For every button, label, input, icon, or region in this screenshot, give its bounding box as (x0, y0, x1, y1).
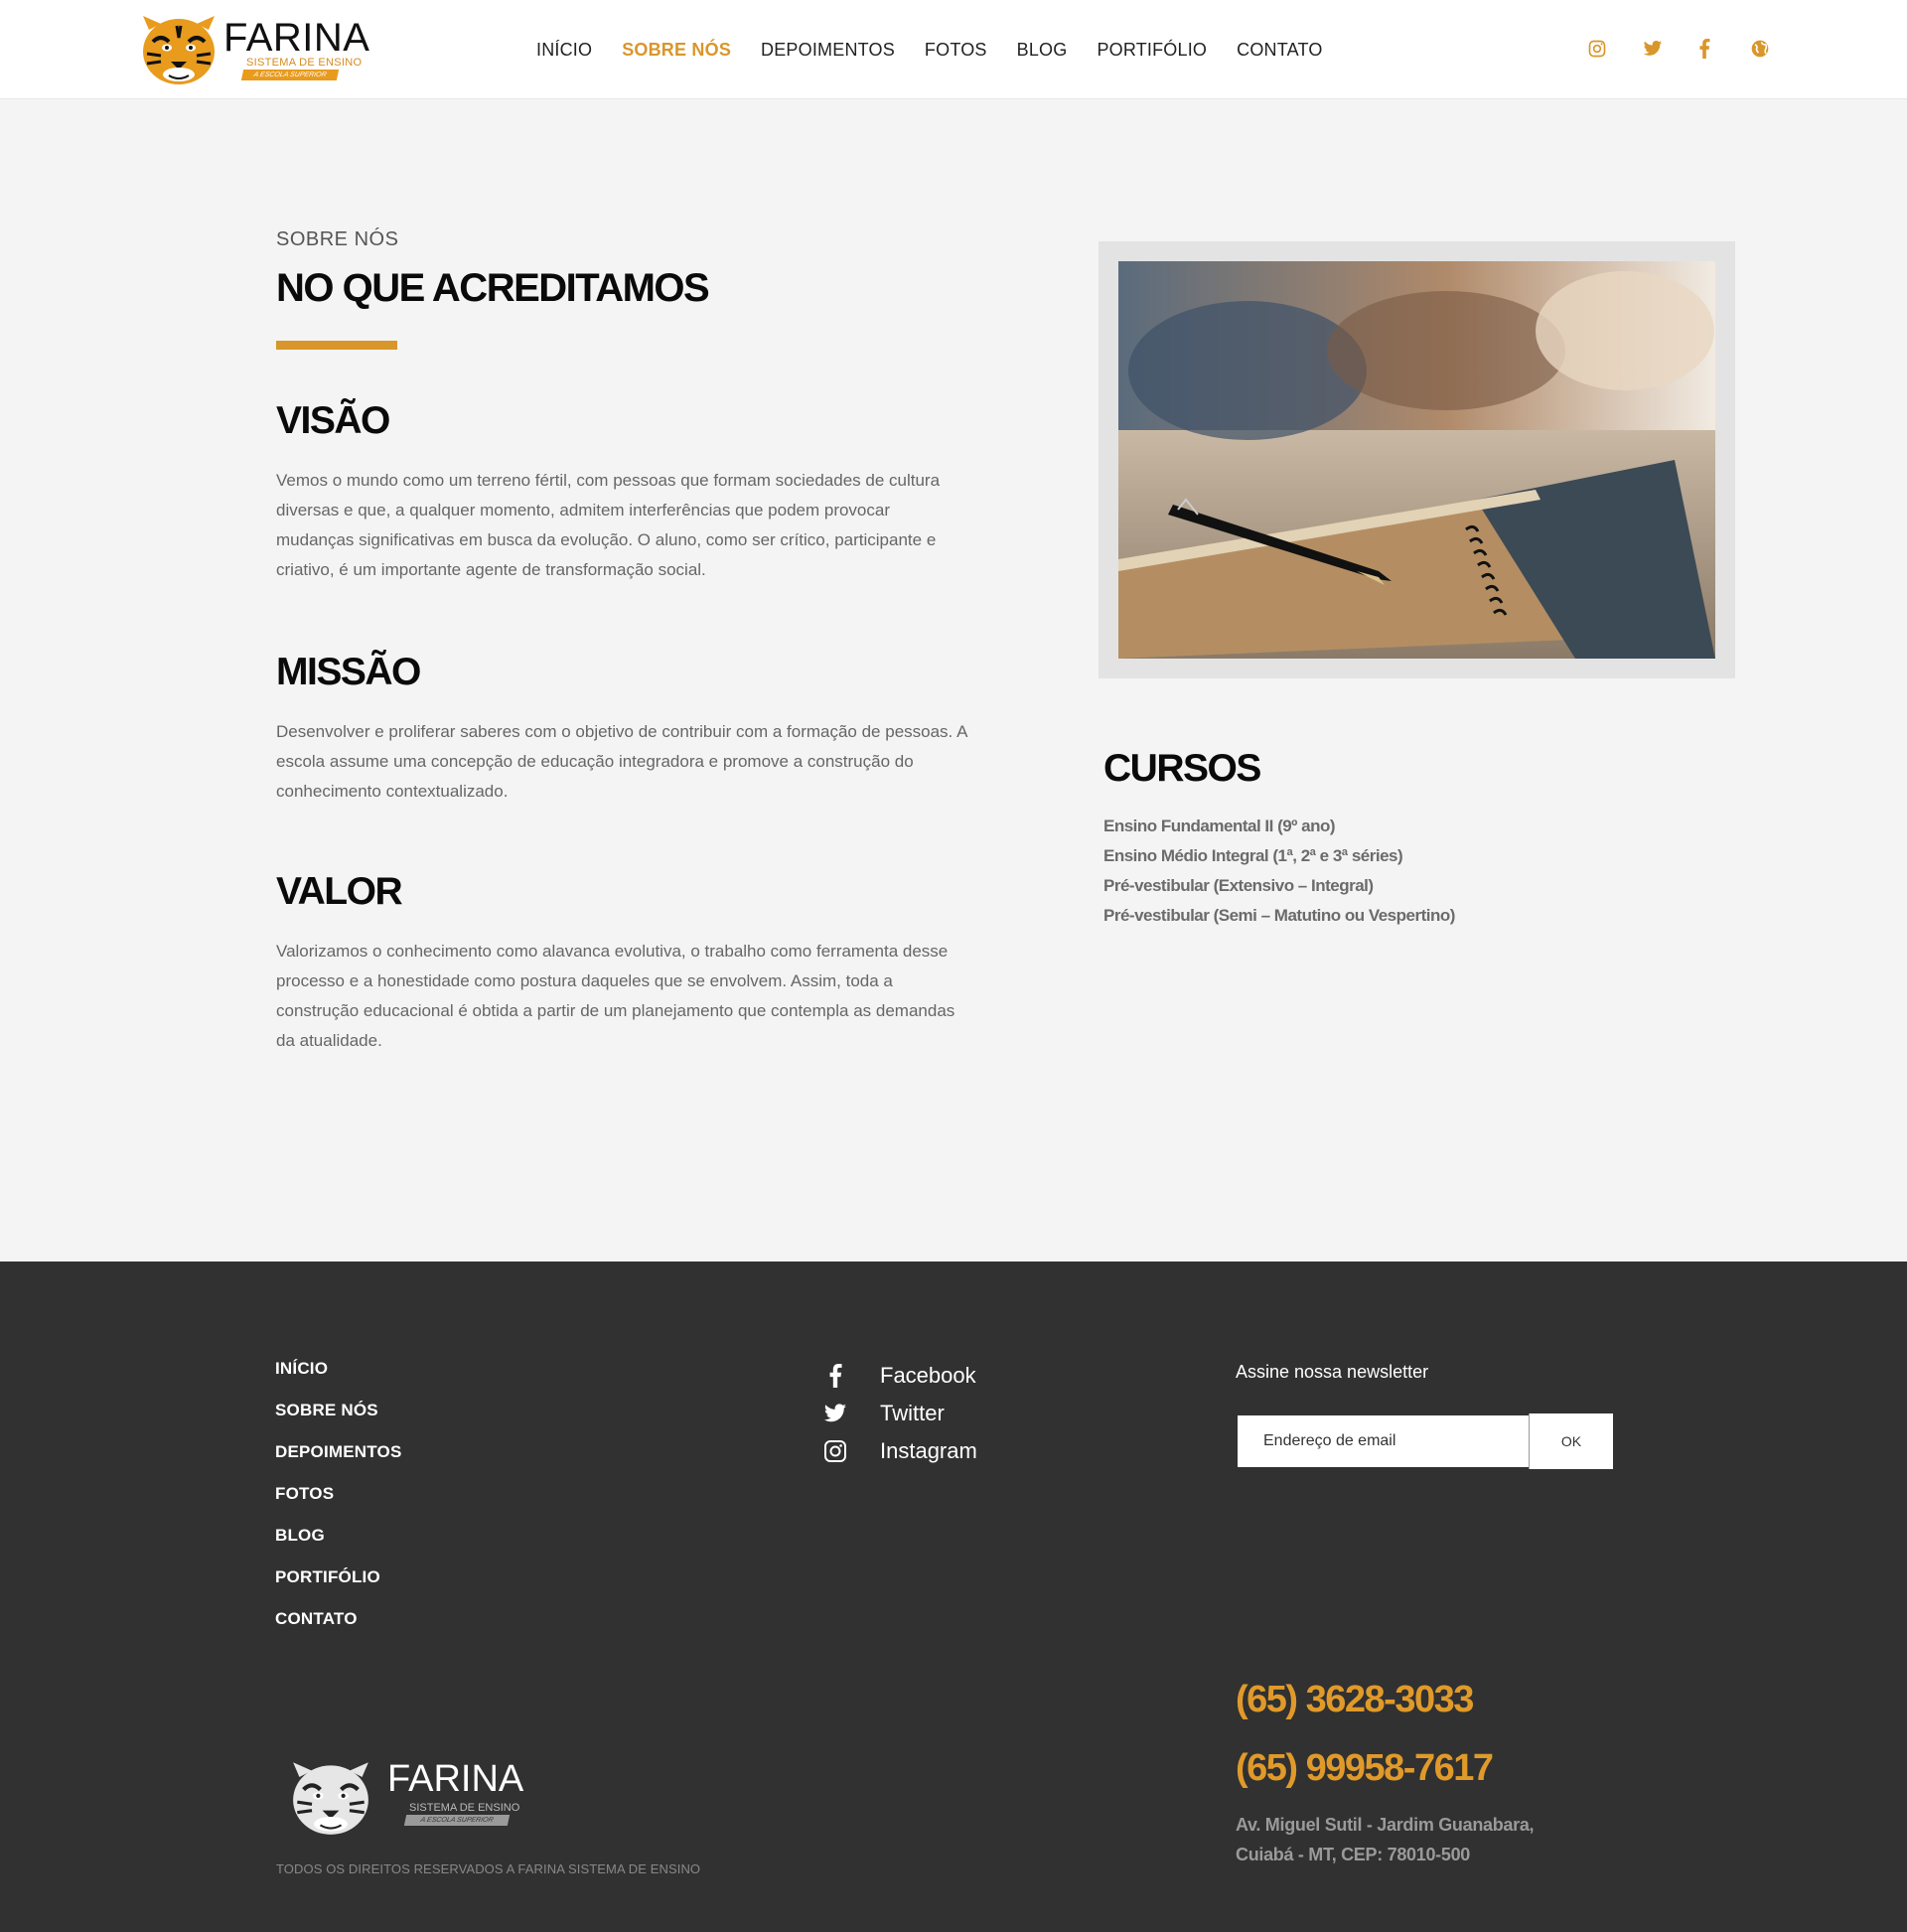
nav-portifolio[interactable]: PORTIFÓLIO (1097, 40, 1207, 61)
section-label: SOBRE NÓS (276, 228, 399, 250)
curso-item: Pré-vestibular (Semi – Matutino ou Vespe… (1103, 906, 1455, 925)
site-header: FARINA SISTEMA DE ENSINO A ESCOLA SUPERI… (0, 0, 1907, 99)
cursos-title: CURSOS (1103, 747, 1261, 790)
visao-text: Vemos o mundo como um terreno fértil, co… (276, 471, 941, 579)
globe-icon[interactable] (1750, 39, 1770, 64)
page-title: NO QUE ACREDITAMOS (276, 266, 710, 310)
instagram-icon[interactable] (1587, 39, 1607, 64)
logo-tagline: A ESCOLA SUPERIOR (240, 70, 340, 80)
photo-frame (1099, 241, 1735, 678)
tiger-logo-icon (293, 1762, 368, 1835)
missao-text: Desenvolver e proliferar saberes com o o… (276, 722, 967, 801)
footer-nav-inicio[interactable]: INÍCIO (275, 1359, 402, 1379)
twitter-icon (822, 1401, 848, 1426)
valor-title: VALOR (276, 870, 403, 913)
facebook-icon (822, 1363, 848, 1389)
address: Av. Miguel Sutil - Jardim Guanabara, Cui… (1236, 1810, 1535, 1869)
logo-subtitle: SISTEMA DE ENSINO (246, 57, 363, 69)
curso-item: Ensino Médio Integral (1ª, 2ª e 3ª série… (1103, 846, 1403, 865)
address-line-2: Cuiabá - MT, CEP: 78010-500 (1236, 1845, 1470, 1864)
footer-nav-blog[interactable]: BLOG (275, 1526, 402, 1546)
nav-fotos[interactable]: FOTOS (925, 40, 987, 61)
footer-nav-portifolio[interactable]: PORTIFÓLIO (275, 1567, 402, 1587)
newsletter-email-input[interactable] (1236, 1413, 1529, 1469)
twitter-label: Twitter (880, 1401, 945, 1425)
nav-depoimentos[interactable]: DEPOIMENTOS (761, 40, 895, 61)
farina-logo[interactable]: FARINA SISTEMA DE ENSINO A ESCOLA SUPERI… (139, 12, 370, 87)
footer-nav-contato[interactable]: CONTATO (275, 1609, 402, 1629)
logo-text: FARINA (223, 16, 370, 60)
address-line-1: Av. Miguel Sutil - Jardim Guanabara, (1236, 1815, 1535, 1835)
valor-text: Valorizamos o conhecimento como alavanca… (276, 942, 955, 1050)
instagram-label: Instagram (880, 1438, 977, 1463)
facebook-icon[interactable] (1698, 39, 1710, 64)
nav-contato[interactable]: CONTATO (1237, 40, 1322, 61)
visao-title: VISÃO (276, 399, 390, 442)
footer-logo[interactable]: FARINA SISTEMA DE ENSINO A ESCOLA SUPERI… (288, 1758, 546, 1838)
tiger-logo-icon (143, 16, 215, 84)
footer-nav-depoimentos[interactable]: DEPOIMENTOS (275, 1442, 402, 1462)
phone-landline[interactable]: (65) 3628-3033 (1236, 1679, 1474, 1721)
twitter-icon[interactable] (1643, 40, 1663, 63)
newsletter-form: OK (1236, 1413, 1613, 1469)
curso-item: Ensino Fundamental II (9º ano) (1103, 817, 1336, 835)
footer-instagram-link[interactable]: Instagram (822, 1432, 977, 1470)
newsletter-title: Assine nossa newsletter (1236, 1362, 1429, 1382)
facebook-label: Facebook (880, 1363, 976, 1388)
phone-mobile[interactable]: (65) 99958-7617 (1236, 1747, 1494, 1790)
instagram-icon (822, 1438, 848, 1464)
cursos-list: Ensino Fundamental II (9º ano) Ensino Mé… (1103, 812, 1455, 931)
copyright-text: TODOS OS DIREITOS RESERVADOS A FARINA SI… (276, 1861, 701, 1876)
title-accent-bar (276, 341, 397, 350)
nav-inicio[interactable]: INÍCIO (536, 40, 592, 61)
missao-title: MISSÃO (276, 651, 421, 693)
main-nav: INÍCIO SOBRE NÓS DEPOIMENTOS FOTOS BLOG … (536, 0, 1353, 99)
notebook-pen-photo (1118, 261, 1715, 659)
footer-logo-subtitle: SISTEMA DE ENSINO (409, 1802, 520, 1814)
nav-sobre-nos[interactable]: SOBRE NÓS (622, 40, 731, 61)
footer-twitter-link[interactable]: Twitter (822, 1395, 977, 1432)
curso-item: Pré-vestibular (Extensivo – Integral) (1103, 876, 1374, 895)
footer-nav-sobre-nos[interactable]: SOBRE NÓS (275, 1401, 402, 1420)
footer-logo-text: FARINA (387, 1758, 524, 1800)
newsletter-submit-button[interactable]: OK (1529, 1413, 1613, 1469)
footer-social-links: Facebook Twitter Instagram (822, 1357, 977, 1470)
footer-logo-tagline: A ESCOLA SUPERIOR (403, 1815, 511, 1826)
nav-blog[interactable]: BLOG (1017, 40, 1068, 61)
footer-nav: INÍCIO SOBRE NÓS DEPOIMENTOS FOTOS BLOG … (275, 1359, 402, 1651)
footer-nav-fotos[interactable]: FOTOS (275, 1484, 402, 1504)
footer-facebook-link[interactable]: Facebook (822, 1357, 977, 1395)
